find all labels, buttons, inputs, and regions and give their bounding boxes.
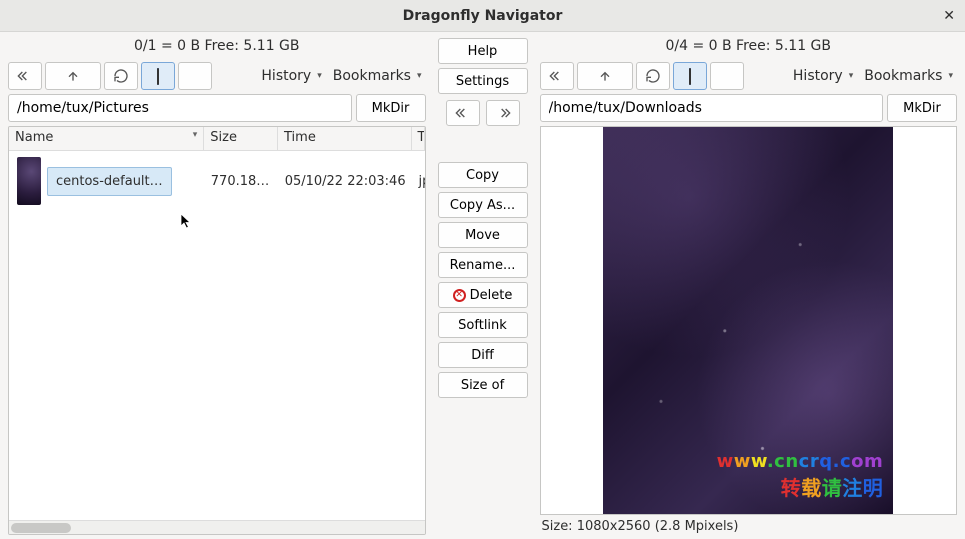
up-button[interactable] [577, 62, 633, 90]
softlink-button[interactable]: Softlink [438, 312, 528, 338]
right-toolbar: History Bookmarks [540, 62, 958, 90]
view-list-button[interactable] [710, 62, 744, 90]
watermark: www.cncrq.com 转载请注明 [717, 451, 884, 501]
delete-label: Delete [470, 288, 513, 303]
reload-icon [113, 68, 129, 84]
preview-image: www.cncrq.com 转载请注明 [603, 127, 893, 515]
up-button[interactable] [45, 62, 101, 90]
back-button[interactable] [8, 62, 42, 90]
up-icon [597, 68, 613, 84]
copy-as-button[interactable]: Copy As... [438, 192, 528, 218]
right-path-row: MkDir [540, 94, 958, 122]
file-table: Name Size Time T centos-default… 770.18 … [8, 126, 426, 535]
table-body: centos-default… 770.18 kB 05/10/22 22:03… [9, 151, 425, 520]
bookmarks-dropdown[interactable]: Bookmarks [329, 62, 426, 90]
bookmarks-dropdown[interactable]: Bookmarks [860, 62, 957, 90]
file-thumbnail [17, 157, 41, 205]
col-time[interactable]: Time [278, 127, 412, 150]
help-button[interactable]: Help [438, 38, 528, 64]
h-scrollbar[interactable] [9, 520, 425, 534]
main-layout: 0/1 = 0 B Free: 5.11 GB History Bookmark… [0, 32, 965, 539]
file-size: 770.18 kB [205, 174, 279, 189]
back-icon [549, 68, 565, 84]
close-icon[interactable]: ✕ [943, 9, 955, 23]
up-icon [65, 68, 81, 84]
chevron-right-icon [495, 105, 511, 121]
chevron-left-icon [455, 105, 471, 121]
right-status: 0/4 = 0 B Free: 5.11 GB [540, 38, 958, 58]
history-dropdown[interactable]: History [257, 62, 325, 90]
reload-button[interactable] [104, 62, 138, 90]
back-button[interactable] [540, 62, 574, 90]
history-label: History [793, 68, 843, 84]
monitor-icon [681, 69, 699, 83]
transfer-right-button[interactable] [486, 100, 520, 126]
left-toolbar: History Bookmarks [8, 62, 426, 90]
history-dropdown[interactable]: History [789, 62, 857, 90]
col-type[interactable]: T [412, 127, 425, 150]
history-label: History [261, 68, 311, 84]
watermark-line2: 转载请注明 [717, 472, 884, 501]
back-icon [17, 68, 33, 84]
view-icons-button[interactable] [673, 62, 707, 90]
table-header: Name Size Time T [9, 127, 425, 151]
titlebar: Dragonfly Navigator ✕ [0, 0, 965, 32]
rename-button[interactable]: Rename... [438, 252, 528, 278]
table-row[interactable]: centos-default… 770.18 kB 05/10/22 22:03… [9, 151, 425, 211]
reload-icon [645, 68, 661, 84]
image-size-info: Size: 1080x2560 (2.8 Mpixels) [540, 515, 958, 535]
delete-button[interactable]: Delete [438, 282, 528, 308]
file-time: 05/10/22 22:03:46 [279, 174, 413, 189]
window-title: Dragonfly Navigator [403, 8, 563, 24]
path-input[interactable] [540, 94, 884, 122]
settings-button[interactable]: Settings [438, 68, 528, 94]
diff-button[interactable]: Diff [438, 342, 528, 368]
transfer-left-button[interactable] [446, 100, 480, 126]
file-type: jp [413, 174, 425, 189]
path-input[interactable] [8, 94, 352, 122]
bookmarks-label: Bookmarks [864, 68, 942, 84]
mkdir-button[interactable]: MkDir [887, 94, 957, 122]
view-icons-button[interactable] [141, 62, 175, 90]
mkdir-button[interactable]: MkDir [356, 94, 426, 122]
sizeof-button[interactable]: Size of [438, 372, 528, 398]
left-pane: 0/1 = 0 B Free: 5.11 GB History Bookmark… [0, 32, 434, 539]
bookmarks-label: Bookmarks [333, 68, 411, 84]
left-status: 0/1 = 0 B Free: 5.11 GB [8, 38, 426, 58]
left-path-row: MkDir [8, 94, 426, 122]
watermark-line1: www.cncrq.com [717, 451, 884, 472]
view-list-button[interactable] [178, 62, 212, 90]
reload-button[interactable] [636, 62, 670, 90]
center-actions: Help Settings Copy Copy As... Move Renam… [434, 32, 532, 539]
file-name: centos-default… [47, 167, 172, 196]
image-preview: www.cncrq.com 转载请注明 [540, 126, 958, 515]
delete-icon [453, 289, 466, 302]
copy-button[interactable]: Copy [438, 162, 528, 188]
monitor-icon [149, 69, 167, 83]
cursor-icon [180, 213, 196, 229]
col-size[interactable]: Size [204, 127, 278, 150]
move-button[interactable]: Move [438, 222, 528, 248]
col-name[interactable]: Name [9, 127, 204, 150]
right-pane: 0/4 = 0 B Free: 5.11 GB History Bookmark… [532, 32, 965, 539]
